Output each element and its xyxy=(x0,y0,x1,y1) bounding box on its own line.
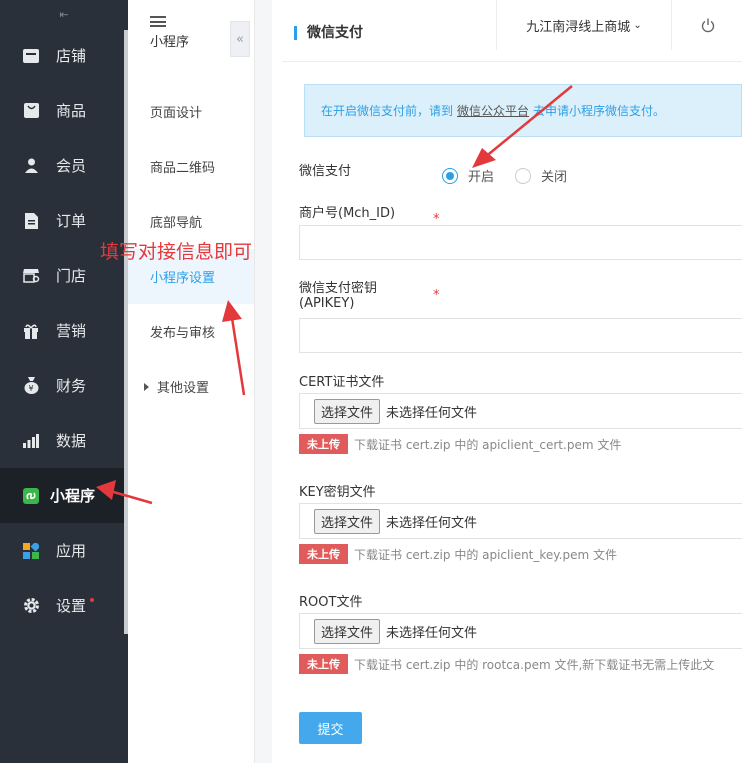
caret-right-icon xyxy=(144,382,149,391)
submit-button[interactable]: 提交 xyxy=(299,712,362,744)
store-icon xyxy=(22,47,40,65)
key-hint: 下载证书 cert.zip 中的 apiclient_key.pem 文件 xyxy=(354,547,618,562)
root-label: ROOT文件 xyxy=(299,595,363,610)
annotation-text: 填写对接信息即可 xyxy=(100,241,253,263)
cert-hint-row: 未上传 下载证书 cert.zip 中的 apiclient_cert.pem … xyxy=(299,434,742,454)
mch-id-input[interactable] xyxy=(299,225,742,260)
sidebar-item-label: 商品 xyxy=(56,102,87,120)
sidebar-item-label: 数据 xyxy=(56,432,87,450)
gift-icon xyxy=(22,322,40,340)
apps-icon xyxy=(22,542,40,560)
user-icon xyxy=(22,157,40,175)
sidebar-item-data[interactable]: 数据 xyxy=(0,413,128,468)
sidebar-item-store[interactable]: 店铺 xyxy=(0,28,128,83)
subnav-item-page-design[interactable]: 页面设计 xyxy=(128,84,254,139)
secondary-nav: 小程序 « 页面设计 商品二维码 底部导航 小程序设置 发布与审核 其他设置 xyxy=(128,0,255,763)
choose-file-button[interactable]: 选择文件 xyxy=(314,508,381,534)
no-file-text: 未选择任何文件 xyxy=(386,405,478,421)
radio-disable[interactable]: 关闭 xyxy=(515,166,567,185)
sidebar-item-label: 设置 xyxy=(56,597,87,615)
root-hint-row: 未上传 下载证书 cert.zip 中的 rootca.pem 文件,新下载证书… xyxy=(299,654,742,674)
shop-selector[interactable]: 九江南浔线上商城 ⌄ xyxy=(496,0,672,50)
sidebar-item-label: 应用 xyxy=(56,542,87,560)
hamburger-icon[interactable] xyxy=(150,16,166,27)
radio-label: 开启 xyxy=(468,170,495,185)
radio-circle xyxy=(515,167,531,184)
page-title: 微信支付 xyxy=(294,26,363,40)
key-label: KEY密钥文件 xyxy=(299,485,376,500)
subnav-item-other-settings[interactable]: 其他设置 xyxy=(128,359,254,414)
subnav-item-label: 其他设置 xyxy=(157,381,210,396)
notification-dot xyxy=(90,597,95,602)
root-hint: 下载证书 cert.zip 中的 rootca.pem 文件,新下载证书无需上传… xyxy=(354,657,715,672)
required-mark: * xyxy=(433,288,440,303)
wxpay-label: 微信支付 xyxy=(299,164,352,179)
logout-button[interactable] xyxy=(674,0,742,50)
radio-label: 关闭 xyxy=(541,170,568,185)
no-file-text: 未选择任何文件 xyxy=(386,625,478,641)
main-content: 微信支付 九江南浔线上商城 ⌄ 在开启微信支付前，请到 微信公众平台 去申请小程… xyxy=(272,0,742,763)
double-chevron-left-icon: « xyxy=(236,31,244,47)
sidebar-item-label: 会员 xyxy=(56,157,87,175)
sidebar-item-goods[interactable]: 商品 xyxy=(0,83,128,138)
subnav-item-goods-qrcode[interactable]: 商品二维码 xyxy=(128,139,254,194)
cert-hint: 下载证书 cert.zip 中的 apiclient_cert.pem 文件 xyxy=(354,437,622,452)
cert-file-input[interactable]: 选择文件 未选择任何文件 xyxy=(299,393,742,429)
sidebar-item-apps[interactable]: 应用 xyxy=(0,523,128,578)
power-icon xyxy=(701,18,715,32)
key-hint-row: 未上传 下载证书 cert.zip 中的 apiclient_key.pem 文… xyxy=(299,544,742,564)
gear-icon xyxy=(22,597,40,615)
sidebar-item-label: 店铺 xyxy=(56,47,87,65)
sidebar-item-label: 门店 xyxy=(56,267,87,285)
sidebar-item-label: 小程序 xyxy=(50,487,96,505)
sidebar-item-label: 财务 xyxy=(56,377,87,395)
key-file-input[interactable]: 选择文件 未选择任何文件 xyxy=(299,503,742,539)
shop-front-icon xyxy=(22,267,40,285)
sidebar-item-finance[interactable]: ¥ 财务 xyxy=(0,358,128,413)
mch-id-label: 商户号(Mch_ID) xyxy=(299,206,396,221)
sidebar-item-label: 营销 xyxy=(56,322,87,340)
sidebar-item-mini-program[interactable]: 小程序 xyxy=(0,468,128,523)
no-file-text: 未选择任何文件 xyxy=(386,515,478,531)
subnav-header: 小程序 « xyxy=(128,0,254,57)
subnav-item-publish-review[interactable]: 发布与审核 xyxy=(128,304,254,359)
document-icon xyxy=(22,212,40,230)
sidebar-item-marketing[interactable]: 营销 xyxy=(0,303,128,358)
sidebar-item-label: 订单 xyxy=(56,212,87,230)
bag-icon xyxy=(22,102,40,120)
collapse-subnav-button[interactable]: « xyxy=(230,21,250,57)
sidebar-item-member[interactable]: 会员 xyxy=(0,138,128,193)
cert-label: CERT证书文件 xyxy=(299,375,385,390)
collapse-left-icon[interactable]: ⇤ xyxy=(0,0,128,28)
wxpay-notice: 在开启微信支付前，请到 微信公众平台 去申请小程序微信支付。 xyxy=(304,84,742,137)
status-badge: 未上传 xyxy=(299,654,348,674)
bar-chart-icon xyxy=(22,432,40,450)
main-sidebar: ⇤ 店铺 商品 会员 订单 门店 营销 ¥ 财务 数据 小程序 应用 设置 xyxy=(0,0,128,763)
apikey-label-line2: (APIKEY) xyxy=(299,296,355,311)
shop-name: 九江南浔线上商城 xyxy=(526,19,631,35)
apikey-label-line1: 微信支付密钥 xyxy=(299,281,378,296)
radio-enable[interactable]: 开启 xyxy=(442,166,494,185)
root-file-input[interactable]: 选择文件 未选择任何文件 xyxy=(299,613,742,649)
notice-prefix: 在开启微信支付前，请到 xyxy=(321,104,454,118)
apikey-input[interactable] xyxy=(299,318,742,353)
sidebar-item-settings[interactable]: 设置 xyxy=(0,578,128,633)
choose-file-button[interactable]: 选择文件 xyxy=(314,398,381,424)
status-badge: 未上传 xyxy=(299,544,348,564)
radio-circle xyxy=(442,167,458,184)
wechat-platform-link[interactable]: 微信公众平台 xyxy=(457,102,529,119)
svg-text:¥: ¥ xyxy=(28,384,33,393)
mini-program-icon xyxy=(22,487,40,505)
choose-file-button[interactable]: 选择文件 xyxy=(314,618,381,644)
notice-suffix: 去申请小程序微信支付。 xyxy=(533,104,666,118)
money-bag-icon: ¥ xyxy=(22,377,40,395)
status-badge: 未上传 xyxy=(299,434,348,454)
chevron-down-icon: ⌄ xyxy=(633,19,642,31)
